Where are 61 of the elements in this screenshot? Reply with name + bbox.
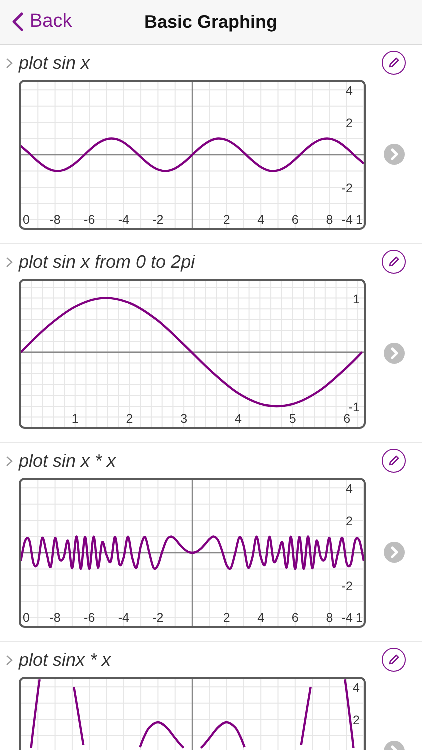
tick-label: 4	[234, 412, 242, 426]
tick-label: 1	[356, 611, 363, 625]
tick-label: 1	[356, 213, 363, 227]
chevron-circle-button[interactable]	[384, 343, 404, 364]
edit-button[interactable]	[382, 449, 406, 473]
tick-label: 4	[258, 213, 265, 227]
back-button[interactable]: Back	[0, 11, 72, 33]
tick-label: -4	[118, 213, 130, 227]
tick-label: 1	[72, 412, 79, 426]
pencil-icon	[388, 57, 400, 69]
chevron-right-icon[interactable]	[6, 456, 13, 466]
tick-label: 6	[292, 611, 299, 625]
query-text: plot sin x * x	[19, 450, 118, 472]
chevron-circle-button[interactable]	[384, 542, 404, 563]
tick-label: -4	[118, 611, 130, 625]
tick-label: 2	[126, 412, 134, 426]
tick-label: -6	[84, 213, 96, 227]
tick-label: 8	[326, 213, 334, 227]
query-text: plot sinx * x	[19, 650, 112, 670]
tick-label: 4	[346, 482, 353, 496]
tick-label: 0	[23, 213, 30, 227]
chevron-right-icon[interactable]	[6, 256, 13, 268]
tick-label: 8	[326, 611, 334, 625]
query-text: plot sin x from 0 to 2pi	[19, 252, 196, 272]
tick-label: 2	[223, 213, 230, 227]
chevron-right-icon[interactable]	[6, 58, 13, 68]
edit-button[interactable]	[382, 51, 406, 75]
tick-label: 2	[346, 116, 353, 131]
tick-label: -2	[342, 579, 353, 594]
tick-label: 4	[353, 681, 360, 696]
query-text: plot sin x	[19, 52, 92, 74]
pencil-icon	[388, 256, 400, 268]
edit-button[interactable]	[382, 648, 406, 672]
tick-label: 3	[180, 412, 188, 426]
tick-label: -2	[152, 611, 164, 625]
pencil-icon	[388, 654, 400, 666]
tick-label: -8	[50, 611, 61, 625]
tick-label: 6	[344, 412, 351, 426]
y-axis	[192, 679, 194, 750]
tick-label: 6	[292, 213, 299, 227]
edit-button[interactable]	[382, 250, 406, 274]
tick-label: -2	[342, 181, 353, 196]
tick-label: -8	[50, 213, 61, 227]
tick-label: -6	[84, 611, 96, 625]
pencil-icon	[388, 455, 400, 467]
chevron-circle-button[interactable]	[384, 144, 404, 165]
chevron-left-icon	[12, 12, 24, 32]
tick-label: -4	[342, 611, 353, 625]
tick-label: -1	[348, 400, 360, 414]
tick-label: 2	[346, 514, 353, 529]
tick-label: 2	[353, 714, 360, 728]
chevron-right-icon[interactable]	[6, 654, 13, 666]
tick-label: 4	[258, 611, 265, 625]
screen-title: Basic Graphing	[144, 12, 278, 32]
tick-label: 1	[353, 292, 360, 306]
tick-label: 5	[289, 412, 296, 426]
tick-label: 4	[346, 84, 353, 98]
tick-label: -4	[342, 213, 353, 227]
tick-label: 2	[223, 611, 230, 625]
tick-label: 0	[23, 611, 30, 625]
tick-label: -2	[152, 213, 164, 227]
